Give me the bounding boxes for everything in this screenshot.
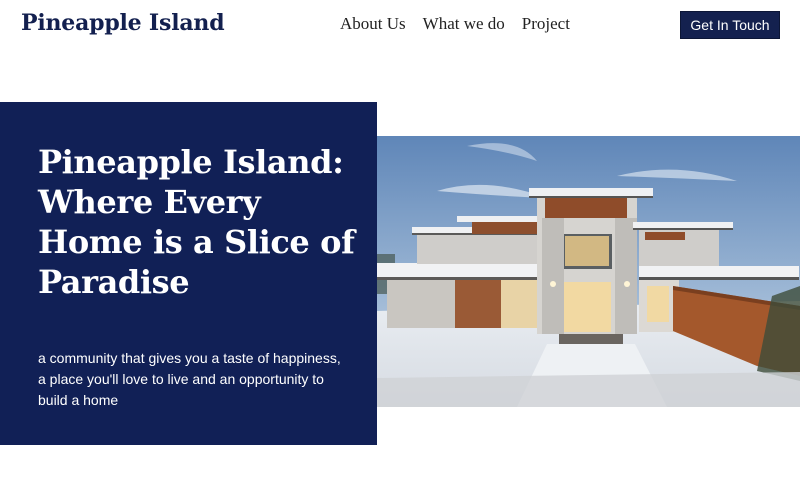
nav-link-about-us[interactable]: About Us (340, 14, 406, 34)
nav-link-what-we-do[interactable]: What we do (423, 14, 505, 34)
nav-link-project[interactable]: Project (522, 14, 570, 34)
hero-panel: Pineapple Island: Where Every Home is a … (0, 102, 377, 445)
hero-title: Pineapple Island: Where Every Home is a … (38, 143, 355, 301)
get-in-touch-button[interactable]: Get In Touch (680, 11, 780, 39)
site-logo[interactable]: Pineapple Island (21, 10, 225, 36)
hero-house-image (377, 136, 800, 407)
main-nav: About Us What we do Project (340, 14, 570, 34)
hero-description: a community that gives you a taste of ha… (38, 350, 341, 408)
